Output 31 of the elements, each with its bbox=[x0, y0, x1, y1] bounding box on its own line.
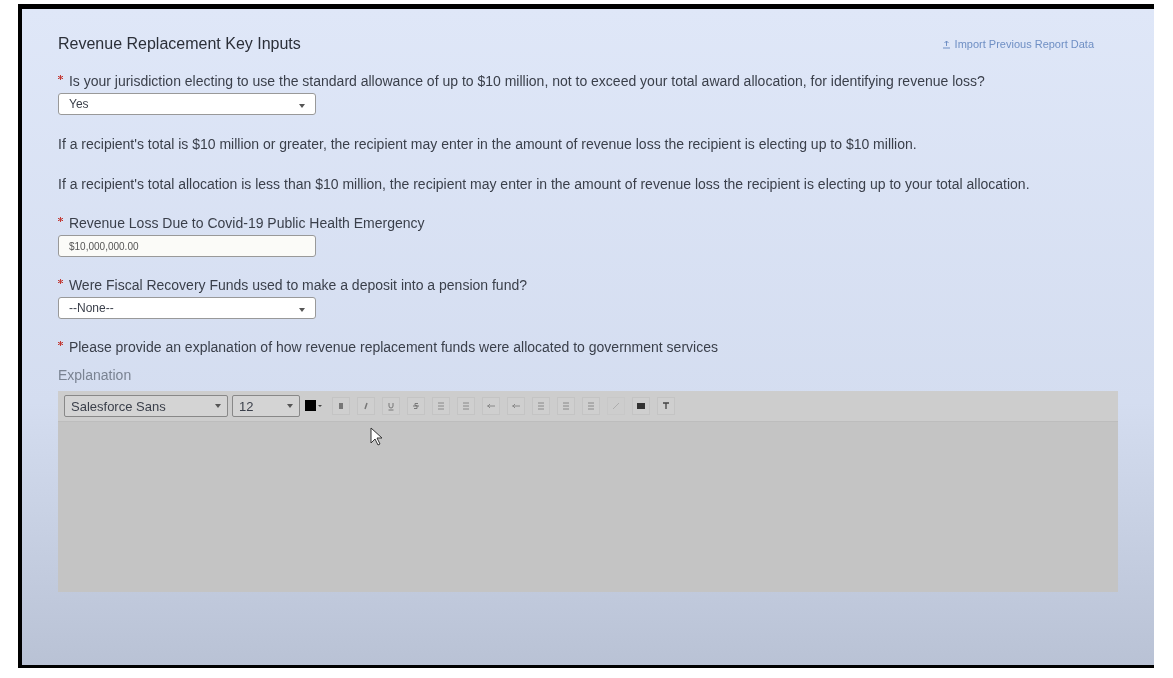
field-label: Revenue Loss Due to Covid-19 Public Health Emergency bbox=[68, 215, 425, 231]
align-right-icon[interactable] bbox=[582, 397, 600, 415]
input-field[interactable]: $10,000,000.00 bbox=[58, 235, 316, 257]
dropdown[interactable]: Yes bbox=[58, 93, 316, 115]
align-center-icon[interactable] bbox=[557, 397, 575, 415]
field-label: Is your jurisdiction electing to use the standard allowance of up to $10 million, not to exceed your total award allocation, for identifying revenue loss? bbox=[68, 73, 985, 89]
field-label: Explanation bbox=[58, 367, 133, 383]
caret-icon bbox=[215, 404, 221, 408]
caret-icon bbox=[287, 404, 293, 408]
outdent-icon[interactable] bbox=[482, 397, 500, 415]
upload-icon bbox=[941, 39, 951, 49]
bulleted-list-icon[interactable] bbox=[432, 397, 450, 415]
clear-format-icon[interactable] bbox=[657, 397, 675, 415]
image-icon[interactable] bbox=[632, 397, 650, 415]
font-dropdown[interactable]: Salesforce Sans bbox=[64, 395, 228, 417]
italic-icon[interactable] bbox=[357, 397, 375, 415]
size-dropdown[interactable]: 12 bbox=[232, 395, 300, 417]
mouse-pointer-icon bbox=[370, 427, 384, 447]
underline-icon[interactable] bbox=[382, 397, 400, 415]
numbered-list-icon[interactable] bbox=[457, 397, 475, 415]
help-text: If a recipient's total allocation is less than $10 million, the recipient may enter in the amount of revenue loss the recipient is electing up to your total allocation. bbox=[58, 175, 1031, 194]
caret-icon bbox=[299, 308, 305, 312]
strikethrough-icon[interactable] bbox=[407, 397, 425, 415]
help-text: If a recipient's total is $10 million or greater, the recipient may enter in the amount of revenue loss the recipient is electing up to $10 million. bbox=[58, 135, 918, 154]
align-left-icon[interactable] bbox=[532, 397, 550, 415]
text-color-button[interactable] bbox=[304, 399, 324, 413]
section-title: Revenue Replacement Key Inputs bbox=[58, 35, 301, 53]
field-label: Please provide an explanation of how revenue replacement funds were allocated to government services bbox=[68, 339, 718, 355]
caret-icon bbox=[299, 104, 305, 108]
dropdown[interactable]: --None-- bbox=[58, 297, 316, 319]
field-label: Were Fiscal Recovery Funds used to make a deposit into a pension fund? bbox=[68, 277, 527, 293]
